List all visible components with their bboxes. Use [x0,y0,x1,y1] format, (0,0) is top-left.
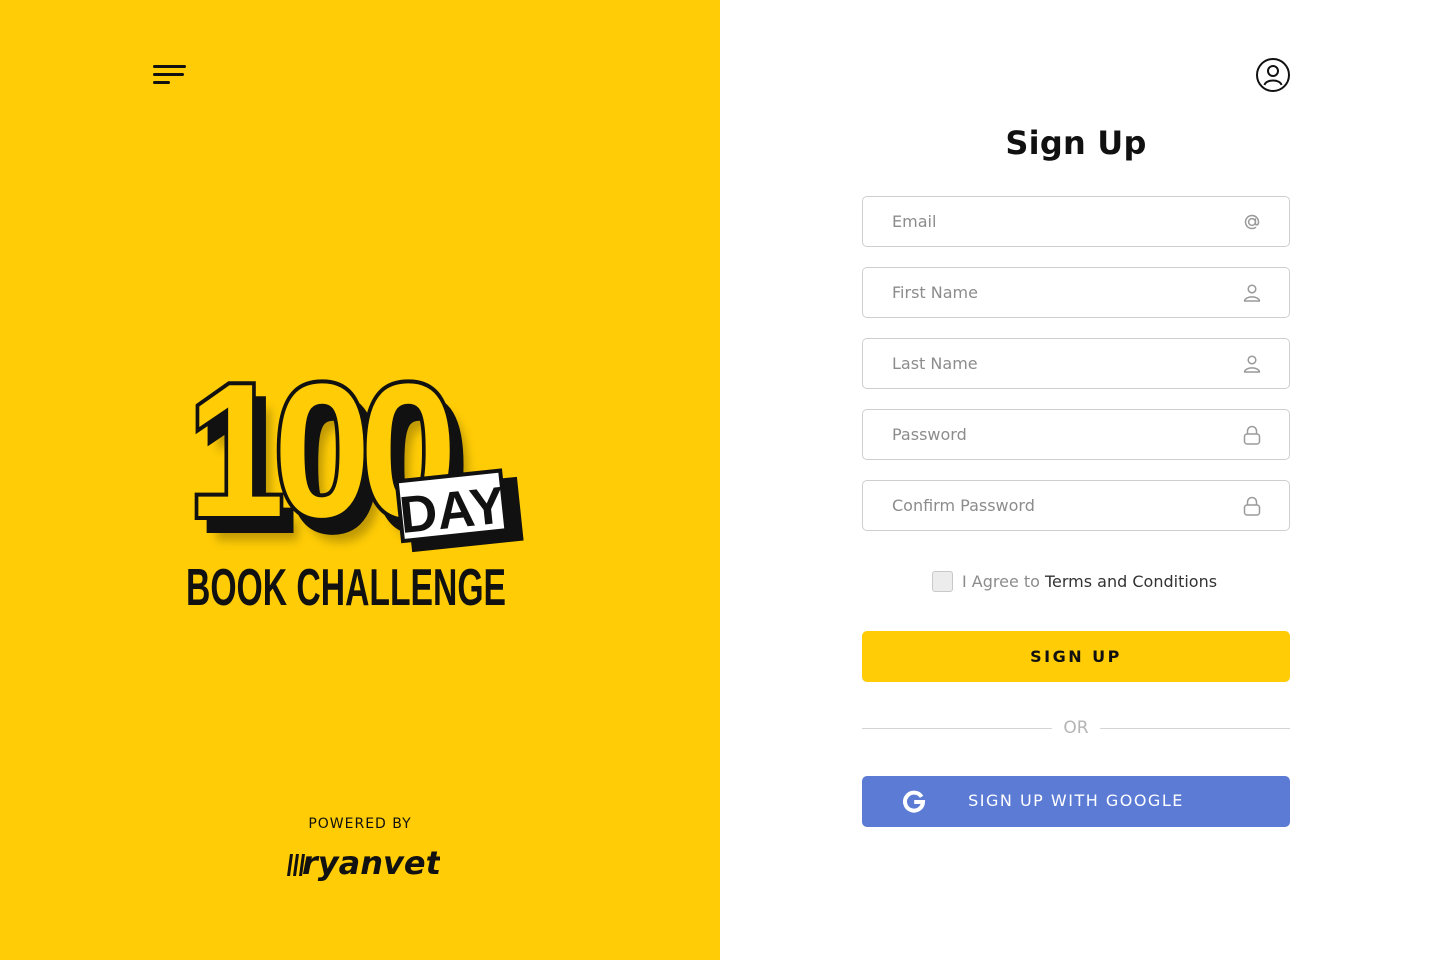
lock-icon [1243,425,1261,445]
user-icon [1243,355,1261,373]
email-input[interactable] [863,197,1289,246]
at-sign-icon [1244,214,1260,230]
logo-day-badge: DAY [394,468,524,553]
sign-up-button[interactable]: SIGN UP [862,631,1290,682]
lock-icon [1243,496,1261,516]
divider-line [1100,728,1290,729]
google-sign-up-button[interactable]: SIGN UP WITH GOOGLE [862,776,1290,827]
last-name-field [862,338,1290,389]
confirm-password-field [862,480,1290,531]
menu-line [153,81,170,84]
brand-panel: 100 100 100 DAY BOOK CHALLENGE POWERED B… [0,0,720,960]
logo-day-text: DAY [397,476,508,545]
challenge-logo: 100 100 100 DAY BOOK CHALLENGE [184,350,524,617]
menu-line [153,73,184,76]
account-button[interactable] [1255,57,1291,93]
terms-row: I Agree to Terms and Conditions [932,569,1217,593]
email-field [862,196,1290,247]
terms-link[interactable]: Terms and Conditions [1045,572,1217,591]
last-name-input[interactable] [863,339,1289,388]
password-field [862,409,1290,460]
terms-label: I Agree to [962,571,1040,591]
google-button-label: SIGN UP WITH GOOGLE [968,791,1184,810]
menu-line [153,65,186,68]
page-title: Sign Up [1005,124,1147,162]
first-name-field [862,267,1290,318]
menu-button[interactable] [150,62,190,90]
first-name-input[interactable] [863,268,1289,317]
logo-subtitle: BOOK CHALLENGE [186,559,506,617]
user-icon [1243,284,1261,302]
signup-panel: Sign Up Email First Name Last Name I Agr… [720,0,1440,960]
powered-by-label: POWERED BY [308,816,412,832]
ryanvet-wordmark: ryanvet [302,844,440,882]
password-input[interactable] [863,410,1289,459]
ryanvet-logo: ryanvet [287,844,440,882]
confirm-password-input[interactable] [863,481,1289,530]
terms-checkbox[interactable] [932,570,953,592]
or-divider: OR [862,716,1290,740]
